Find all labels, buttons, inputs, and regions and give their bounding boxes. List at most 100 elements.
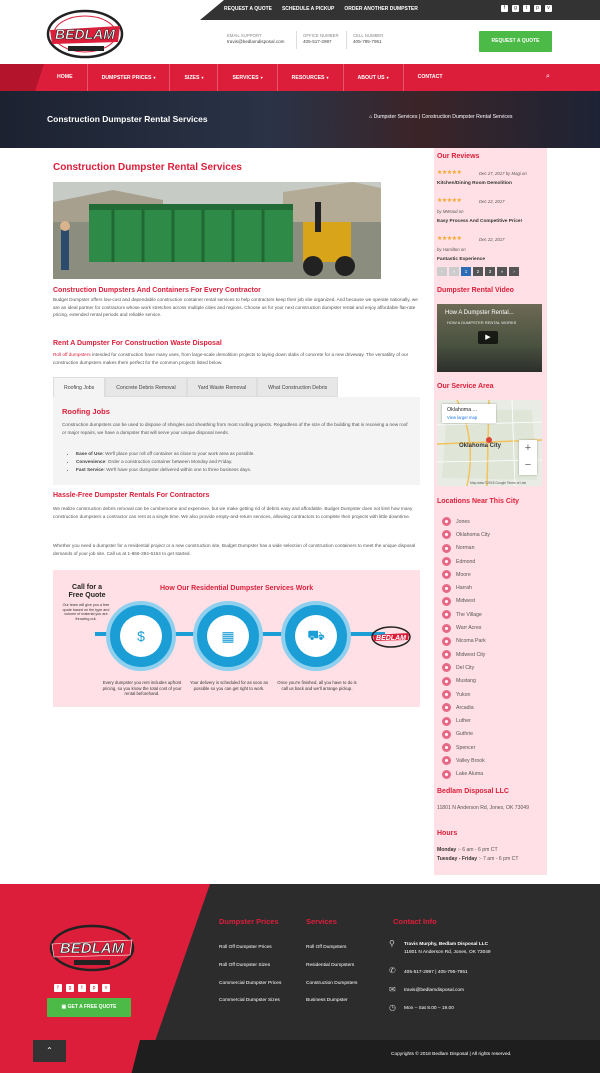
- nav-sizes[interactable]: SIZES ▾: [169, 64, 217, 91]
- nav-contact[interactable]: CONTACT: [402, 64, 457, 91]
- tab-concrete-debris[interactable]: Concrete Debris Removal: [105, 377, 187, 397]
- footer-link[interactable]: Roll Off Dumpster Prices: [219, 945, 272, 950]
- bedlam-logo[interactable]: BEDLAM: [44, 8, 126, 60]
- list-item[interactable]: Nicoma Park: [442, 635, 490, 648]
- footer-contact-email[interactable]: travis@bedlamdisposal.com: [404, 987, 464, 994]
- list-item[interactable]: The Village: [442, 608, 490, 621]
- facebook-icon[interactable]: f: [54, 984, 62, 992]
- pager-prev[interactable]: «: [449, 267, 459, 276]
- back-to-top-icon[interactable]: ⌃: [33, 1040, 66, 1062]
- location-name: Arcadia: [456, 704, 474, 711]
- pinterest-icon[interactable]: p: [90, 984, 98, 992]
- cell-value[interactable]: 405-795-7951: [353, 39, 383, 44]
- schedule-pickup-link[interactable]: SCHEDULE A PICKUP: [282, 6, 334, 12]
- facebook-icon[interactable]: f: [501, 5, 508, 12]
- tab-roofing-jobs[interactable]: Roofing Jobs: [53, 377, 106, 397]
- breadcrumb-text[interactable]: Dumpster Services | Construction Dumpste…: [374, 114, 513, 120]
- list-item[interactable]: Warr Acres: [442, 621, 490, 634]
- list-item[interactable]: Edmond: [442, 555, 490, 568]
- home-icon[interactable]: ⌂: [369, 114, 372, 120]
- zoom-in-icon[interactable]: +: [519, 440, 537, 457]
- email-value[interactable]: travis@bedlamdisposal.com: [227, 39, 285, 44]
- footer-col-contact-title: Contact Info: [393, 917, 437, 926]
- review-title[interactable]: Easy Process And Competitive Price!: [437, 219, 522, 224]
- list-item[interactable]: Mustang: [442, 675, 490, 688]
- footer-link[interactable]: Business Dumpster: [306, 998, 348, 1003]
- footer-link[interactable]: Commercial Dumpster Sizes: [219, 998, 280, 1003]
- roll-off-dumpsters-link[interactable]: Roll off dumpsters: [53, 352, 91, 357]
- bedlam-logo[interactable]: BEDLAM: [46, 922, 138, 974]
- email-label: EMAIL SUPPORT: [227, 33, 262, 38]
- request-quote-button[interactable]: REQUEST A QUOTE: [479, 31, 552, 52]
- order-dumpster-link[interactable]: ORDER ANOTHER DUMPSTER: [344, 6, 417, 12]
- footer-link[interactable]: Commercial Dumpster Prices: [219, 981, 281, 986]
- list-item[interactable]: Harrah: [442, 581, 490, 594]
- review-title[interactable]: Kitchen/Dining Room Demolition: [437, 181, 512, 186]
- map-pin-icon: [442, 610, 451, 620]
- location-name: Spencer: [456, 744, 476, 751]
- footer-link[interactable]: Roll Off Dumpsters: [306, 945, 346, 950]
- twitter-icon[interactable]: t: [523, 5, 530, 12]
- footer-col-services-title: Services: [306, 917, 337, 926]
- nav-resources[interactable]: RESOURCES ▾: [276, 64, 343, 91]
- map-pin-icon: [442, 756, 451, 766]
- play-icon[interactable]: ▶: [478, 331, 498, 344]
- chevron-down-icon: ▾: [326, 75, 329, 80]
- pager-page-3[interactable]: 3: [485, 267, 495, 276]
- footer-link[interactable]: Roll Off Dumpster Sizes: [219, 963, 270, 968]
- list-item[interactable]: Norman: [442, 542, 490, 555]
- pager-page-2[interactable]: 2: [473, 267, 483, 276]
- footer-link[interactable]: Construction Dumpsters: [306, 981, 357, 986]
- nav-dumpster-prices[interactable]: DUMPSTER PRICES ▾: [86, 64, 170, 91]
- search-icon[interactable]: ⌕: [546, 73, 550, 81]
- nav-home[interactable]: HOME: [43, 64, 87, 91]
- location-pin-icon: ⚲: [389, 939, 395, 948]
- pinterest-icon[interactable]: p: [534, 5, 541, 12]
- nav-items: HOME DUMPSTER PRICES ▾ SIZES ▾ SERVICES ▾ R…: [43, 64, 457, 91]
- pager-next[interactable]: »: [497, 267, 507, 276]
- vine-icon[interactable]: v: [102, 984, 110, 992]
- copyright: Copyrights © 2018 Bedlam Disposal | All …: [391, 1052, 512, 1057]
- bullet-label: Convenience: [76, 459, 106, 465]
- vine-icon[interactable]: v: [545, 5, 552, 12]
- list-item[interactable]: Guthrie: [442, 728, 490, 741]
- list-item[interactable]: Midwest: [442, 595, 490, 608]
- list-item[interactable]: Moore: [442, 568, 490, 581]
- office-value[interactable]: 405-517-2997: [303, 39, 339, 44]
- list-item[interactable]: Valley Brook: [442, 754, 490, 767]
- list-item[interactable]: Jones: [442, 515, 490, 528]
- pager-last[interactable]: ›: [509, 267, 519, 276]
- map-pin-icon: [442, 623, 451, 633]
- get-free-quote-button[interactable]: ▣ GET A FREE QUOTE: [47, 998, 131, 1017]
- footer-link[interactable]: Residential Dumpsters: [306, 963, 354, 968]
- list-item[interactable]: Midwest City: [442, 648, 490, 661]
- pager-first[interactable]: ‹: [437, 267, 447, 276]
- view-larger-map-link[interactable]: View larger map: [447, 415, 477, 420]
- list-item[interactable]: Spencer: [442, 741, 490, 754]
- nav-sizes-label: SIZES: [184, 75, 200, 81]
- infographic-title: How Our Residential Dumpster Services Wo…: [160, 585, 314, 592]
- list-item[interactable]: Del City: [442, 661, 490, 674]
- zoom-out-icon[interactable]: −: [519, 457, 537, 474]
- tab-construction-debris[interactable]: What Construction Debris: [257, 377, 339, 397]
- review-title[interactable]: Fantastic Experience: [437, 257, 485, 262]
- list-item[interactable]: Yukon: [442, 688, 490, 701]
- location-name: Moore: [456, 571, 471, 578]
- footer-contact-name: Travis Murphy, Bedlam Disposal LLC: [404, 942, 489, 947]
- list-item[interactable]: Oklahoma City: [442, 528, 490, 541]
- footer-contact-phone[interactable]: 405-517-2997 | 405-795-7951: [404, 969, 468, 976]
- list-item[interactable]: Arcadia: [442, 701, 490, 714]
- bedlam-logo: BEDLAM: [371, 626, 411, 648]
- tab-yard-waste[interactable]: Yard Waste Removal: [186, 377, 258, 397]
- reviews-pager: ‹ « 1 2 3 » ›: [437, 267, 519, 276]
- request-quote-link[interactable]: REQUEST A QUOTE: [224, 6, 272, 12]
- nav-about-us[interactable]: ABOUT US ▾: [342, 64, 403, 91]
- pager-page-1[interactable]: 1: [461, 267, 471, 276]
- bullet-text: : We'll place your roll off container as…: [102, 451, 255, 456]
- twitter-icon[interactable]: t: [78, 984, 86, 992]
- list-item[interactable]: Luther: [442, 714, 490, 727]
- nav-services[interactable]: SERVICES ▾: [217, 64, 276, 91]
- google-plus-icon[interactable]: g: [512, 5, 519, 12]
- list-item[interactable]: Lake Aluma: [442, 768, 490, 781]
- google-plus-icon[interactable]: g: [66, 984, 74, 992]
